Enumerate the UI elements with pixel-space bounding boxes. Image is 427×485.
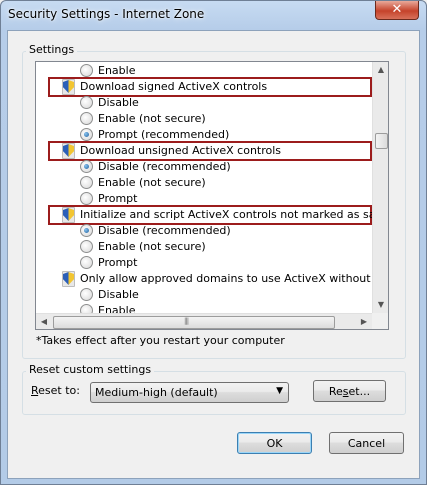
radio-unchecked-icon[interactable] [80,256,93,269]
setting-category-header: Only allow approved domains to use Activ… [36,271,372,287]
setting-option-label: Disable (recommended) [98,160,231,173]
radio-unchecked-icon[interactable] [80,304,93,313]
setting-option-label: Enable (not secure) [98,112,206,125]
setting-option-label: Disable [98,288,139,301]
radio-unchecked-icon[interactable] [80,240,93,253]
reset-level-value: Medium-high (default) [95,386,218,399]
setting-option-radio[interactable]: Prompt [36,255,372,271]
radio-unchecked-icon[interactable] [80,192,93,205]
reset-button-label: Reset... [328,385,371,398]
radio-unchecked-icon[interactable] [80,64,93,77]
ok-button[interactable]: OK [237,432,312,454]
vertical-scrollbar[interactable]: ▲ ▼ [372,62,388,313]
setting-option-radio[interactable]: Disable (recommended) [36,159,372,175]
setting-option-label: Enable [98,304,136,313]
setting-option-radio[interactable]: Disable [36,287,372,303]
setting-category-label: Only allow approved domains to use Activ… [80,272,372,285]
setting-category-label: Download signed ActiveX controls [80,80,268,93]
setting-category-label: Download unsigned ActiveX controls [80,144,282,157]
setting-category-header: Initialize and script ActiveX controls n… [36,207,372,223]
setting-option-label: Disable (recommended) [98,224,231,237]
radio-unchecked-icon[interactable] [80,288,93,301]
setting-option-radio[interactable]: Enable (not secure) [36,175,372,191]
setting-option-label: Prompt [98,192,138,205]
setting-option-label: Prompt (recommended) [98,128,230,141]
window-title: Security Settings - Internet Zone [8,7,205,21]
chevron-down-icon: ▼ [276,386,283,396]
setting-option-label: Enable (not secure) [98,240,206,253]
settings-listbox[interactable]: Enable Download signed ActiveX controls Di… [35,61,389,330]
setting-option-label: Disable [98,96,139,109]
setting-option-label: Enable (not secure) [98,176,206,189]
scroll-down-arrow-icon[interactable]: ▼ [373,297,389,313]
scrollbar-corner [372,313,388,329]
setting-option-radio[interactable]: Enable [36,303,372,313]
scroll-left-arrow-icon[interactable]: ◀ [36,314,52,330]
radio-checked-icon[interactable] [80,128,93,141]
settings-group-label: Settings [26,43,78,56]
horizontal-scroll-thumb[interactable]: ||| [53,316,335,329]
settings-list-rows: Enable Download signed ActiveX controls Di… [36,62,372,313]
reset-to-label: Reset to: [31,384,80,397]
setting-option-radio[interactable]: Disable [36,95,372,111]
setting-option-radio[interactable]: Enable (not secure) [36,239,372,255]
setting-option-radio[interactable]: Enable (not secure) [36,111,372,127]
reset-button-access-key: s [342,385,349,398]
scroll-up-arrow-icon[interactable]: ▲ [373,62,389,78]
setting-option-label: Prompt [98,256,138,269]
setting-option-radio[interactable]: Disable (recommended) [36,223,372,239]
radio-checked-icon[interactable] [80,160,93,173]
setting-category-header: Download unsigned ActiveX controls [36,143,372,159]
radio-checked-icon[interactable] [80,224,93,237]
vertical-scroll-thumb[interactable] [375,133,388,149]
setting-category-header: Download signed ActiveX controls [36,79,372,95]
horizontal-scrollbar[interactable]: ◀ ||| ▶ [36,313,372,329]
reset-button[interactable]: Reset... [313,380,386,402]
close-button[interactable]: ✕ [375,1,419,20]
radio-unchecked-icon[interactable] [80,96,93,109]
radio-unchecked-icon[interactable] [80,112,93,125]
setting-category-label: Initialize and script ActiveX controls n… [80,208,372,221]
reset-to-label-rest: eset to: [38,384,80,397]
restart-note: *Takes effect after you restart your com… [36,334,285,347]
scroll-right-arrow-icon[interactable]: ▶ [356,314,372,330]
reset-group-label: Reset custom settings [26,363,155,376]
scroll-grip-icon: ||| [184,317,189,325]
setting-option-label: Enable [98,64,136,77]
radio-unchecked-icon[interactable] [80,176,93,189]
reset-level-dropdown[interactable]: Medium-high (default) ▼ [90,382,289,403]
cancel-button[interactable]: Cancel [329,432,404,454]
